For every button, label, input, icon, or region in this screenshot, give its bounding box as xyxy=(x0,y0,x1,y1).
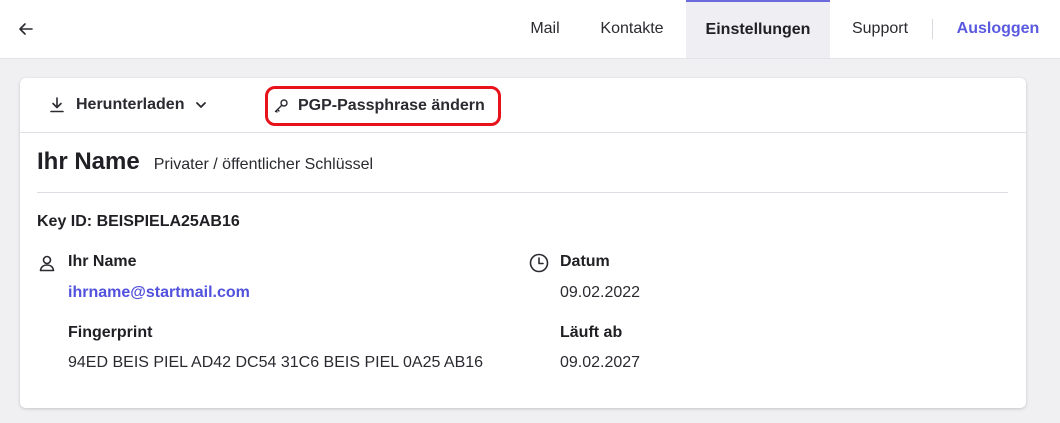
back-button[interactable] xyxy=(18,18,42,40)
date-value: 09.02.2022 xyxy=(560,284,641,301)
user-icon xyxy=(39,255,55,272)
fingerprint-label: Fingerprint xyxy=(68,324,153,341)
fingerprint-value: 94ED BEIS PIEL AD42 DC54 31C6 BEIS PIEL … xyxy=(68,354,484,371)
chevron-down-icon[interactable] xyxy=(194,98,208,112)
key-type: Privater / öffentlicher Schlüssel xyxy=(153,156,374,173)
key-card: Herunterladen PGP-Passphrase ändern Ihr … xyxy=(20,78,1026,408)
download-icon xyxy=(50,97,64,113)
key-id: Key ID: BEISPIELA25AB16 xyxy=(37,213,240,230)
arrow-left-icon xyxy=(19,23,33,35)
key-icon xyxy=(274,99,288,113)
key-title: Ihr Name xyxy=(37,148,140,175)
divider xyxy=(37,192,1008,193)
expires-value: 09.02.2027 xyxy=(560,354,641,371)
expires-label: Läuft ab xyxy=(560,324,623,341)
change-passphrase-button[interactable]: PGP-Passphrase ändern xyxy=(265,86,501,126)
owner-label: Ihr Name xyxy=(68,253,137,270)
scrollbar[interactable] xyxy=(1050,59,1060,423)
clock-icon xyxy=(529,253,549,273)
nav-mail[interactable]: Mail xyxy=(520,0,570,58)
download-button[interactable]: Herunterladen xyxy=(48,91,208,119)
nav-kontakte[interactable]: Kontakte xyxy=(590,0,674,58)
nav-einstellungen[interactable]: Einstellungen xyxy=(686,0,830,58)
top-navigation: Mail Kontakte Einstellungen Support Ausl… xyxy=(0,0,1060,59)
download-label: Herunterladen xyxy=(76,96,185,113)
nav-divider xyxy=(932,19,933,39)
logout-link[interactable]: Ausloggen xyxy=(946,0,1050,58)
nav-support[interactable]: Support xyxy=(838,0,922,58)
key-toolbar: Herunterladen PGP-Passphrase ändern xyxy=(20,78,1026,133)
key-header: Ihr Name Privater / öffentlicher Schlüss… xyxy=(37,148,373,178)
scrollbar-thumb[interactable] xyxy=(1052,67,1058,367)
email-link[interactable]: ihrname@startmail.com xyxy=(68,284,250,302)
date-label: Datum xyxy=(560,253,610,270)
change-passphrase-label: PGP-Passphrase ändern xyxy=(298,97,485,114)
